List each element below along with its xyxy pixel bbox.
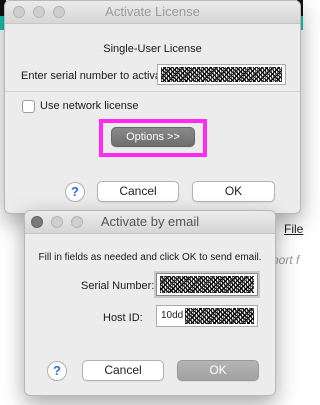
ok-button[interactable]: OK xyxy=(177,360,259,381)
use-network-label: Use network license xyxy=(40,100,139,112)
background-link[interactable]: File xyxy=(284,222,303,236)
dialog-title: Activate License xyxy=(105,4,200,19)
cancel-button[interactable]: Cancel xyxy=(97,181,179,202)
use-network-checkbox[interactable] xyxy=(22,100,35,113)
help-icon[interactable]: ? xyxy=(65,182,85,202)
serial-redacted xyxy=(161,67,282,82)
host-id-redacted xyxy=(185,308,254,324)
dialog-title: Activate by email xyxy=(100,214,200,229)
activate-by-email-dialog: Activate by email Fill in fields as need… xyxy=(24,210,276,396)
serial-label: Enter serial number to activate xyxy=(21,70,171,82)
divider xyxy=(5,91,300,92)
instructions: Fill in fields as needed and click OK to… xyxy=(38,252,262,263)
titlebar: Activate License xyxy=(5,1,300,24)
titlebar: Activate by email xyxy=(25,211,275,234)
activate-license-dialog: Activate License Single-User License Ent… xyxy=(4,0,301,214)
background-text: nort f xyxy=(272,253,300,267)
serial-number-input[interactable] xyxy=(157,64,286,85)
host-id-input[interactable]: 10dd xyxy=(156,305,258,327)
serial-redacted xyxy=(160,276,254,293)
options-button[interactable]: Options >> xyxy=(111,127,195,147)
help-icon[interactable]: ? xyxy=(47,361,67,381)
ok-button[interactable]: OK xyxy=(192,181,275,202)
host-id-prefix: 10dd xyxy=(161,310,184,321)
cancel-button[interactable]: Cancel xyxy=(82,360,164,381)
license-heading: Single-User License xyxy=(103,43,202,55)
serial-number-input[interactable] xyxy=(156,273,258,296)
serial-number-label: Serial Number: xyxy=(81,280,155,292)
host-id-label: Host ID: xyxy=(103,312,143,324)
